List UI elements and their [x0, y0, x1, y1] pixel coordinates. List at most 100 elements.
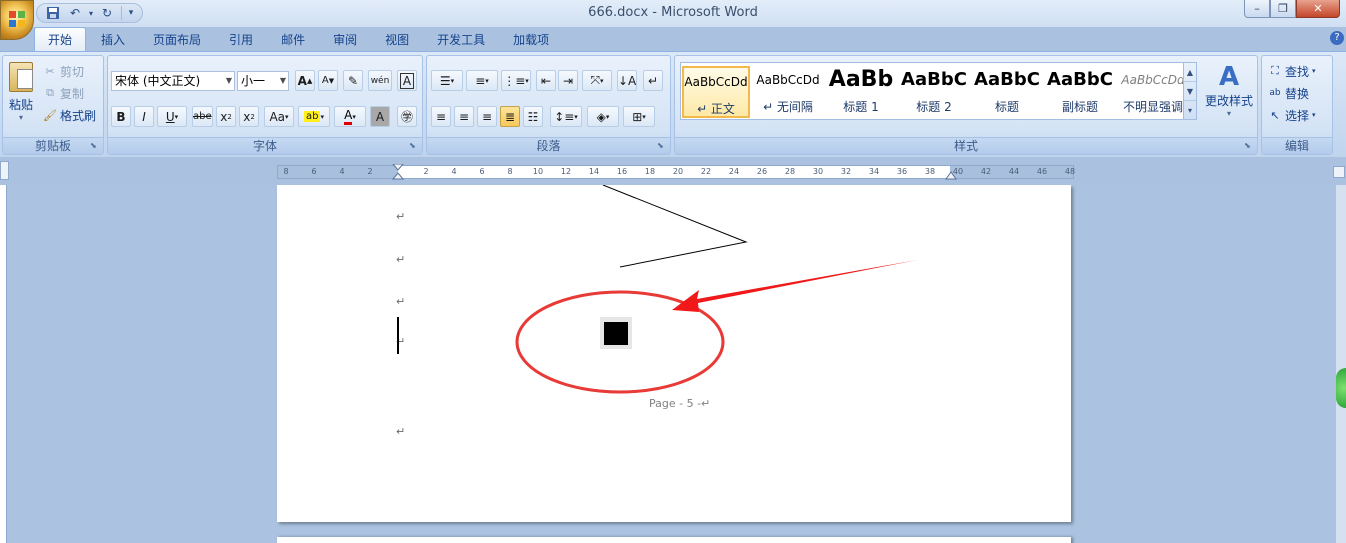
- numbering-button[interactable]: ≡ ▾: [466, 70, 498, 91]
- minimize-button[interactable]: –: [1244, 0, 1270, 18]
- subscript-button[interactable]: x2: [216, 106, 236, 127]
- vertical-scrollbar[interactable]: [1336, 185, 1346, 543]
- gallery-more-icon[interactable]: ▾: [1184, 101, 1196, 120]
- gallery-down-icon[interactable]: ▼: [1184, 82, 1196, 101]
- style-name: ↵ 正文: [697, 102, 735, 116]
- asian-layout-button[interactable]: ⤧ ▾: [582, 70, 612, 91]
- line-spacing-button[interactable]: ↕≡ ▾: [550, 106, 582, 127]
- format-painter-button[interactable]: 🖌 格式刷: [43, 106, 96, 124]
- paste-dropdown-icon[interactable]: ▾: [7, 113, 35, 122]
- highlight-button[interactable]: ab ▾: [298, 106, 330, 127]
- ruler-tick: 12: [560, 167, 572, 176]
- floating-green-button[interactable]: [1336, 368, 1346, 408]
- character-border-icon[interactable]: A: [397, 70, 417, 91]
- underline-button[interactable]: U ▾: [157, 106, 187, 127]
- tab-references[interactable]: 引用: [216, 29, 266, 51]
- help-icon[interactable]: ?: [1330, 31, 1344, 45]
- multilevel-list-button[interactable]: ⋮≡ ▾: [501, 70, 531, 91]
- copy-button[interactable]: ⧉ 复制: [43, 84, 84, 102]
- strikethrough-button[interactable]: abe: [192, 106, 213, 127]
- change-case-button[interactable]: Aa ▾: [264, 106, 294, 127]
- increase-indent-icon[interactable]: ⇥: [558, 70, 578, 91]
- cut-button[interactable]: ✂ 剪切: [43, 62, 84, 80]
- tab-page-layout[interactable]: 页面布局: [140, 29, 214, 51]
- distributed-icon[interactable]: ☷: [523, 106, 543, 127]
- ruler-tick: 4: [451, 167, 457, 176]
- document-page[interactable]: ↵ ↵ ↵ ↵ ↵ Page - 5 -↵: [277, 185, 1071, 522]
- horizontal-ruler[interactable]: 8 6 4 2 2 4 6 8 10 12 14 16 18 20 22 24 26 28 30 32 34 36 38 40…: [277, 164, 1075, 180]
- tab-insert[interactable]: 插入: [88, 29, 138, 51]
- style-name: 不明显强调: [1122, 100, 1183, 114]
- close-button[interactable]: ✕: [1296, 0, 1340, 18]
- tab-developer[interactable]: 开发工具: [424, 29, 498, 51]
- font-name-combo[interactable]: 宋体 (中文正文) ▼: [111, 71, 235, 91]
- drawing-canvas: [515, 185, 917, 394]
- character-shading-icon[interactable]: A: [370, 106, 390, 127]
- phonetic-guide-icon[interactable]: wén: [368, 70, 392, 91]
- align-right-icon[interactable]: ≡: [477, 106, 497, 127]
- right-indent-marker-icon[interactable]: [945, 169, 957, 180]
- indent-marker-icon[interactable]: [392, 164, 404, 180]
- paragraph-launcher-icon[interactable]: ⬊: [657, 141, 667, 151]
- bold-button[interactable]: B: [111, 106, 131, 127]
- clear-format-icon[interactable]: ✎: [343, 70, 363, 91]
- style-subtle-emphasis[interactable]: AaBbCcDd 不明显强调: [1119, 66, 1187, 118]
- clipboard-group: 粘贴 ▾ ✂ 剪切 ⧉ 复制 🖌 格式刷 剪贴板 ⬊: [2, 55, 104, 155]
- decrease-indent-icon[interactable]: ⇤: [536, 70, 556, 91]
- style-sample: AaBbCcDd: [756, 73, 820, 87]
- shading-button[interactable]: ◈ ▾: [587, 106, 619, 127]
- font-launcher-icon[interactable]: ⬊: [409, 141, 419, 151]
- change-styles-button[interactable]: A 更改样式 ▾: [1203, 62, 1255, 118]
- replace-button[interactable]: ab 替换: [1268, 84, 1309, 102]
- quick-styles-gallery: AaBbCcDd ↵ 正文 AaBbCcDd ↵ 无间隔 AaBb 标题 1 A…: [680, 62, 1195, 120]
- ruler-tick: 28: [784, 167, 796, 176]
- black-square-shape[interactable]: [604, 322, 628, 345]
- restore-button[interactable]: ❐: [1270, 0, 1296, 18]
- tab-view[interactable]: 视图: [372, 29, 422, 51]
- replace-icon: ab: [1269, 88, 1281, 98]
- tab-add-ins[interactable]: 加载项: [500, 29, 562, 51]
- show-formatting-marks-icon[interactable]: ↵: [643, 70, 663, 91]
- superscript-button[interactable]: x2: [239, 106, 259, 127]
- grow-font-button[interactable]: A ▲: [295, 70, 315, 91]
- borders-button[interactable]: ⊞ ▾: [623, 106, 655, 127]
- italic-button[interactable]: I: [134, 106, 154, 127]
- align-center-icon[interactable]: ≡: [454, 106, 474, 127]
- style-heading-2[interactable]: AaBbC 标题 2: [900, 66, 968, 118]
- tab-selector[interactable]: [0, 161, 9, 180]
- style-sample: AaBbCcDd: [1121, 73, 1185, 87]
- find-button[interactable]: ⛶ 查找 ▾: [1268, 62, 1315, 80]
- tab-review[interactable]: 审阅: [320, 29, 370, 51]
- justify-icon[interactable]: ≣: [500, 106, 520, 127]
- styles-launcher-icon[interactable]: ⬊: [1244, 141, 1254, 151]
- title-bar: ↶ ▾ ↻ ▾ 666.docx - Microsoft Word – ❐ ✕: [0, 0, 1346, 40]
- select-label: 选择: [1285, 108, 1310, 123]
- style-title[interactable]: AaBbC 标题: [973, 66, 1041, 118]
- line-shape[interactable]: [602, 185, 748, 268]
- paste-button[interactable]: 粘贴 ▾: [7, 62, 35, 122]
- style-no-spacing[interactable]: AaBbCcDd ↵ 无间隔: [754, 66, 822, 118]
- font-size-combo[interactable]: 小一 ▼: [237, 71, 289, 91]
- sort-icon[interactable]: ↓A: [617, 70, 638, 91]
- tab-home[interactable]: 开始: [34, 27, 87, 51]
- style-sample: AaBbC: [974, 69, 1040, 90]
- next-page[interactable]: [277, 537, 1071, 543]
- shrink-font-button[interactable]: A ▼: [318, 70, 338, 91]
- tab-mailings[interactable]: 邮件: [268, 29, 318, 51]
- select-button[interactable]: ↖ 选择 ▾: [1268, 106, 1315, 124]
- style-name: 标题 2: [916, 100, 952, 114]
- bullets-button[interactable]: ☰ ▾: [431, 70, 463, 91]
- style-heading-1[interactable]: AaBb 标题 1: [827, 66, 895, 118]
- view-ruler-icon[interactable]: [1333, 166, 1345, 178]
- font-color-button[interactable]: A ▾: [334, 106, 366, 127]
- ruler-tick: 6: [479, 167, 485, 176]
- align-left-icon[interactable]: ≡: [431, 106, 451, 127]
- style-normal[interactable]: AaBbCcDd ↵ 正文: [682, 66, 750, 118]
- enclose-characters-icon[interactable]: ㊫: [397, 106, 417, 127]
- ribbon: 粘贴 ▾ ✂ 剪切 ⧉ 复制 🖌 格式刷 剪贴板 ⬊ 宋体 (中文正文) ▼ 小一 ▼ A…: [0, 51, 1346, 157]
- clipboard-launcher-icon[interactable]: ⬊: [90, 141, 100, 151]
- font-name-value: 宋体 (中文正文): [115, 74, 201, 88]
- ruler-tick: 18: [644, 167, 656, 176]
- gallery-up-icon[interactable]: ▲: [1184, 63, 1196, 82]
- style-subtitle[interactable]: AaBbC 副标题: [1046, 66, 1114, 118]
